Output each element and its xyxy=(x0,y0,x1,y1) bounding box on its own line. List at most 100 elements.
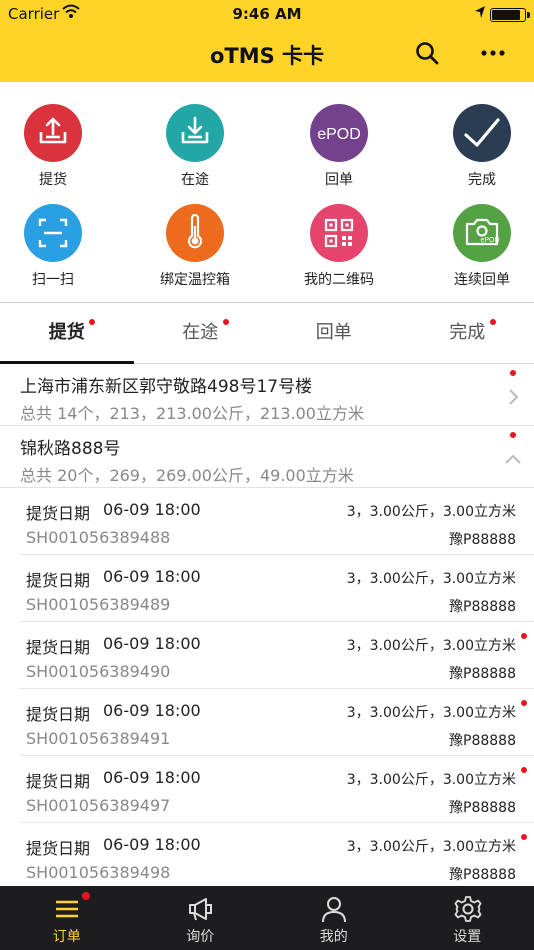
camera-epod-icon-text: ePOD xyxy=(480,237,499,244)
tab-label-in-transit: 在途 xyxy=(182,322,219,343)
group-address: 上海市浦东新区郭守敬路498号17号楼 xyxy=(20,377,313,397)
order-code: SH001056389490 xyxy=(26,662,171,681)
epod-icon-text: ePOD xyxy=(317,126,361,143)
search-icon[interactable] xyxy=(414,40,440,66)
action-continuous-epod[interactable]: ePOD 连续回单 xyxy=(415,182,534,288)
order-code: SH001056389489 xyxy=(26,595,171,614)
order-row[interactable]: 提货日期 06-09 18:00 3，3.00公斤，3.00立方米 SH0010… xyxy=(20,689,534,756)
user-icon xyxy=(322,897,346,923)
tab-badge-dot xyxy=(89,319,95,325)
action-epod[interactable]: ePOD 回单 xyxy=(272,82,406,188)
order-date-label: 提货日期 xyxy=(26,705,91,724)
order-row[interactable]: 提货日期 06-09 18:00 3，3.00公斤，3.00立方米 SH0010… xyxy=(20,756,534,823)
order-badge-dot xyxy=(521,834,527,840)
order-row[interactable]: 提货日期 06-09 18:00 3，3.00公斤，3.00立方米 SH0010… xyxy=(20,823,534,890)
order-date: 06-09 18:00 xyxy=(103,567,201,586)
action-circle-1 xyxy=(166,104,224,162)
tabbar-mine[interactable]: 我的 xyxy=(267,886,401,950)
tabbar-orders[interactable]: 订单 xyxy=(0,886,134,950)
tab-label-receipt: 回单 xyxy=(315,322,352,343)
qrcode-icon xyxy=(310,204,368,262)
tabbar-label-mine: 我的 xyxy=(319,929,348,945)
order-quantity: 3，3.00公斤，3.00立方米 xyxy=(346,504,516,520)
page-title: oTMS 卡卡 xyxy=(209,44,325,68)
tab-badge-dot xyxy=(489,319,496,325)
tab-pickup[interactable]: 提货 xyxy=(0,303,134,363)
tab-label-pickup: 提货 xyxy=(48,322,85,343)
thermometer-icon xyxy=(166,204,224,262)
camera-epod-icon: ePOD xyxy=(453,204,511,262)
megaphone-icon xyxy=(188,898,212,921)
action-circle-7: ePOD xyxy=(453,204,511,262)
order-row[interactable]: 提货日期 06-09 18:00 3，3.00公斤，3.00立方米 SH0010… xyxy=(20,622,534,689)
group-badge-dot xyxy=(510,370,516,376)
address-group[interactable]: 锦秋路888号 总共 20个，269，269.00公斤，49.00立方米 xyxy=(0,426,534,488)
action-scan[interactable]: 扫一扫 xyxy=(0,182,120,288)
order-plate: 豫P88888 xyxy=(449,867,516,883)
chevron-up-icon xyxy=(505,454,521,464)
scan-icon xyxy=(24,204,82,262)
group-badge-dot xyxy=(510,432,516,438)
order-date-label: 提货日期 xyxy=(26,504,91,523)
tab-badge-dot xyxy=(222,319,229,325)
action-label-bind-thermo: 绑定温控箱 xyxy=(160,272,230,288)
order-row[interactable]: 提货日期 06-09 18:00 3，3.00公斤，3.00立方米 SH0010… xyxy=(20,488,534,555)
address-group[interactable]: 上海市浦东新区郭守敬路498号17号楼 总共 14个，213，213.00公斤，… xyxy=(0,364,534,426)
order-code: SH001056389491 xyxy=(26,729,171,748)
gear-icon xyxy=(454,896,481,922)
order-date-label: 提货日期 xyxy=(26,839,91,858)
status-time: 9:46 AM xyxy=(232,5,302,23)
battery-fill xyxy=(492,10,520,20)
action-circle-3 xyxy=(453,104,511,162)
order-date: 06-09 18:00 xyxy=(103,835,201,854)
group-summary: 总共 20个，269，269.00公斤，49.00立方米 xyxy=(20,466,354,485)
tab-in-transit[interactable]: 在途 xyxy=(134,303,268,363)
order-plate: 豫P88888 xyxy=(449,733,516,749)
tab-receipt[interactable]: 回单 xyxy=(267,303,401,363)
order-plate: 豫P88888 xyxy=(449,666,516,682)
action-bind-thermo[interactable]: 绑定温控箱 xyxy=(128,182,262,288)
more-icon[interactable] xyxy=(480,42,506,64)
order-row[interactable]: 提货日期 06-09 18:00 3，3.00公斤，3.00立方米 SH0010… xyxy=(20,555,534,622)
tabbar-settings[interactable]: 设置 xyxy=(401,886,534,950)
tabbar-inquiry[interactable]: 询价 xyxy=(134,886,268,950)
action-complete[interactable]: 完成 xyxy=(415,82,534,188)
action-label-scan: 扫一扫 xyxy=(32,272,74,288)
order-date-label: 提货日期 xyxy=(26,638,91,657)
action-my-qrcode[interactable]: 我的二维码 xyxy=(272,182,406,288)
order-badge-dot xyxy=(521,633,527,639)
tabbar-badge-dot xyxy=(82,892,90,900)
order-badge-dot xyxy=(521,700,527,706)
checkmark-icon xyxy=(453,104,511,162)
order-quantity: 3，3.00公斤，3.00立方米 xyxy=(346,839,516,855)
order-plate: 豫P88888 xyxy=(449,599,516,615)
upload-tray-icon xyxy=(24,104,82,162)
order-code: SH001056389488 xyxy=(26,528,171,547)
group-address: 锦秋路888号 xyxy=(20,439,121,459)
order-quantity: 3，3.00公斤，3.00立方米 xyxy=(346,638,516,654)
battery-icon xyxy=(490,8,530,22)
action-circle-6 xyxy=(310,204,368,262)
tab-complete[interactable]: 完成 xyxy=(401,303,534,363)
group-summary: 总共 14个，213，213.00公斤，213.00立方米 xyxy=(20,404,364,423)
order-date-label: 提货日期 xyxy=(26,571,91,590)
action-pickup[interactable]: 提货 xyxy=(0,82,120,188)
action-in-transit[interactable]: 在途 xyxy=(128,82,262,188)
download-tray-icon xyxy=(166,104,224,162)
order-quantity: 3，3.00公斤，3.00立方米 xyxy=(346,571,516,587)
app-header: Carrier 9:46 AM oTMS 卡卡 xyxy=(0,0,534,82)
order-badge-dot xyxy=(521,767,527,773)
action-label-my-qrcode: 我的二维码 xyxy=(304,272,374,288)
order-plate: 豫P88888 xyxy=(449,800,516,816)
action-circle-5 xyxy=(166,204,224,262)
tab-label-complete: 完成 xyxy=(449,322,486,343)
list-icon xyxy=(56,900,78,918)
order-date: 06-09 18:00 xyxy=(103,768,201,787)
tabbar-label-settings: 设置 xyxy=(453,929,482,945)
order-date: 06-09 18:00 xyxy=(103,701,201,720)
epod-icon: ePOD xyxy=(310,104,368,162)
action-grid: 提货 在途 ePOD 回单 完成 扫一扫 绑定温控箱 我的二维码 ePOD 连续… xyxy=(0,82,534,302)
action-circle-4 xyxy=(24,204,82,262)
status-bar: Carrier 9:46 AM xyxy=(0,0,534,28)
order-date: 06-09 18:00 xyxy=(103,634,201,653)
